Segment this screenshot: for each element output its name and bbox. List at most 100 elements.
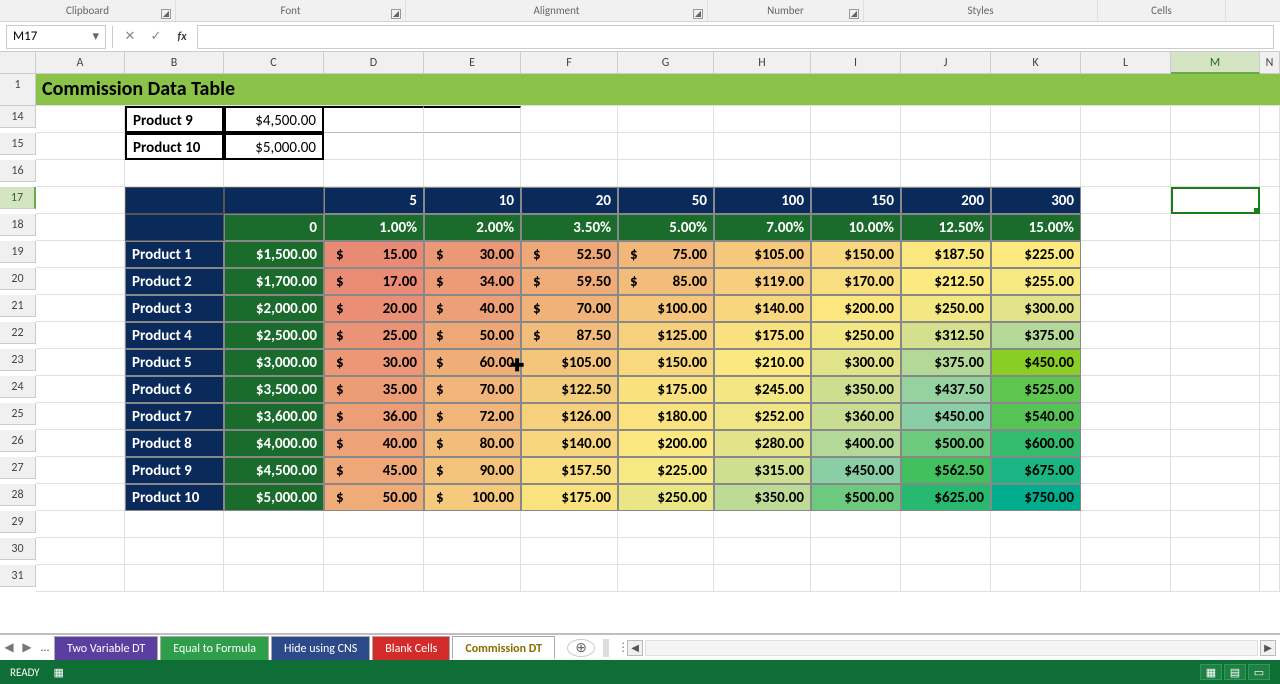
cell[interactable] <box>36 484 125 511</box>
cell[interactable] <box>36 403 125 430</box>
cell[interactable] <box>424 160 521 187</box>
cell[interactable] <box>618 133 714 160</box>
cell[interactable] <box>36 430 125 457</box>
cell[interactable] <box>324 160 424 187</box>
row-header[interactable]: 25 <box>0 403 36 425</box>
cell[interactable] <box>125 160 224 187</box>
cell[interactable] <box>224 511 324 538</box>
column-header[interactable]: L <box>1081 52 1171 74</box>
cell[interactable] <box>991 565 1081 592</box>
cell[interactable] <box>324 538 424 565</box>
cell[interactable] <box>1171 457 1260 484</box>
cell[interactable] <box>1081 484 1171 511</box>
scroll-right-icon[interactable]: ▶ <box>1260 640 1276 656</box>
cell[interactable] <box>521 133 618 160</box>
cell[interactable] <box>36 457 125 484</box>
dialog-launcher-icon[interactable]: ◢ <box>161 9 171 19</box>
cell[interactable] <box>1081 160 1171 187</box>
cell[interactable] <box>991 160 1081 187</box>
cell[interactable] <box>1171 538 1260 565</box>
cell[interactable] <box>521 511 618 538</box>
column-header[interactable]: H <box>714 52 811 74</box>
column-header[interactable]: N <box>1260 52 1280 74</box>
row-header[interactable]: 29 <box>0 511 36 533</box>
row-header[interactable]: 18 <box>0 214 36 236</box>
cell[interactable] <box>36 565 125 592</box>
cell[interactable] <box>125 511 224 538</box>
insert-function-icon[interactable]: fx <box>171 26 193 48</box>
spreadsheet-grid[interactable]: ABCDEFGHIJKLMNO1Commission Data Table14P… <box>0 52 1280 634</box>
cell[interactable] <box>1171 484 1260 511</box>
cell[interactable] <box>36 511 125 538</box>
cell[interactable] <box>125 538 224 565</box>
cell[interactable] <box>324 106 424 133</box>
cell[interactable] <box>618 538 714 565</box>
cell[interactable] <box>1081 322 1171 349</box>
cell[interactable] <box>1171 376 1260 403</box>
cell[interactable] <box>1171 106 1260 133</box>
cell[interactable] <box>901 106 991 133</box>
cell[interactable] <box>618 106 714 133</box>
cell[interactable] <box>1260 187 1280 214</box>
row-header[interactable]: 19 <box>0 241 36 263</box>
column-header[interactable]: K <box>991 52 1081 74</box>
dialog-launcher-icon[interactable]: ◢ <box>849 9 859 19</box>
cell[interactable] <box>36 322 125 349</box>
page-break-view-icon[interactable]: ▭ <box>1248 664 1270 680</box>
scroll-left-icon[interactable]: ◀ <box>627 640 643 656</box>
cell[interactable] <box>1260 403 1280 430</box>
column-header[interactable]: F <box>521 52 618 74</box>
cell[interactable] <box>901 538 991 565</box>
cell[interactable] <box>224 565 324 592</box>
cell[interactable] <box>224 538 324 565</box>
cell[interactable] <box>811 565 901 592</box>
cell[interactable] <box>1171 511 1260 538</box>
column-header[interactable]: M <box>1171 52 1260 74</box>
cell[interactable] <box>1081 538 1171 565</box>
cell[interactable] <box>1081 565 1171 592</box>
row-header[interactable]: 27 <box>0 457 36 479</box>
horizontal-scrollbar[interactable]: ◀ ▶ <box>623 640 1280 656</box>
cell[interactable] <box>1260 322 1280 349</box>
cell[interactable] <box>1260 565 1280 592</box>
cell[interactable] <box>1260 133 1280 160</box>
cell[interactable] <box>424 106 521 133</box>
cell[interactable] <box>811 538 901 565</box>
cell[interactable] <box>991 133 1081 160</box>
cell[interactable] <box>36 349 125 376</box>
row-header[interactable]: 26 <box>0 430 36 452</box>
cell[interactable] <box>1171 430 1260 457</box>
confirm-formula-icon[interactable]: ✓ <box>145 26 167 48</box>
page-layout-view-icon[interactable]: ▤ <box>1224 664 1246 680</box>
tab-splitter[interactable] <box>603 639 609 657</box>
cell[interactable] <box>521 160 618 187</box>
cell[interactable] <box>811 511 901 538</box>
column-header[interactable]: G <box>618 52 714 74</box>
cell[interactable] <box>1081 214 1171 241</box>
cell[interactable] <box>521 106 618 133</box>
cell[interactable] <box>1171 214 1260 241</box>
cell[interactable] <box>1260 349 1280 376</box>
cell[interactable] <box>901 565 991 592</box>
cell[interactable] <box>224 160 324 187</box>
cell[interactable] <box>618 160 714 187</box>
macro-record-icon[interactable]: ▦ <box>54 666 64 679</box>
cell[interactable] <box>1260 295 1280 322</box>
active-cell[interactable] <box>1171 187 1260 214</box>
column-header[interactable]: A <box>36 52 125 74</box>
sheet-tab[interactable]: Commission DT <box>452 636 555 660</box>
column-header[interactable]: C <box>224 52 324 74</box>
cell[interactable] <box>1260 106 1280 133</box>
tab-scroll-left-icon[interactable]: ◀ <box>0 640 18 655</box>
row-header[interactable]: 21 <box>0 295 36 317</box>
name-box[interactable]: M17 ▾ <box>6 25 106 49</box>
row-header[interactable]: 16 <box>0 160 36 182</box>
cell[interactable] <box>1171 295 1260 322</box>
sheet-tab[interactable]: Blank Cells <box>372 636 450 660</box>
cell[interactable] <box>324 565 424 592</box>
formula-input[interactable] <box>197 25 1274 49</box>
cell[interactable] <box>991 511 1081 538</box>
row-header[interactable]: 30 <box>0 538 36 560</box>
cell[interactable] <box>36 241 125 268</box>
cell[interactable] <box>36 187 125 214</box>
